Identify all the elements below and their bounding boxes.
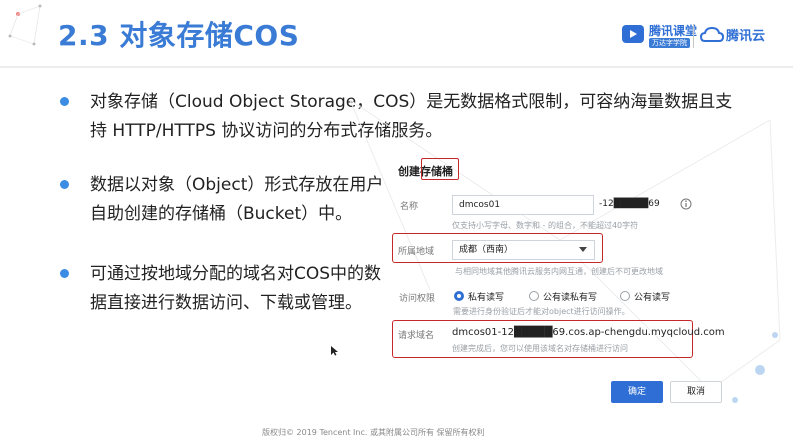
name-label: 名称 [400,202,419,212]
slide-title: 2.3 对象存储COS [58,19,300,52]
copyright-footer: 版权归© 2019 Tencent Inc. 或其附属公司所有 保留所有权利 [262,428,485,437]
cancel-button[interactable]: 取消 [670,381,722,403]
tencent-classroom-logo-text: 腾讯课堂 [649,24,698,38]
bullet-3-line-2: 据直接进行数据访问、下载或管理。 [90,293,362,313]
bullet-2-line-2: 自助创建的存储桶（Bucket）中。 [90,204,353,224]
tencent-classroom-logo-sub: 万达字学院 [649,38,690,48]
bucket-name-input[interactable]: dmcos01 [452,195,594,215]
title-divider [0,66,793,68]
access-radio-private[interactable] [454,291,464,301]
access-hint: 需要进行身份验证后才能对object进行访问操作。 [453,307,630,316]
chevron-down-icon [579,247,587,252]
logo-divider [693,24,694,48]
corner-decoration [8,4,42,46]
create-bucket-dialog [386,152,716,408]
name-hint: 仅支持小写字母、数字和 - 的组合，不能超过40字符 [452,221,639,230]
confirm-button[interactable]: 确定 [611,381,663,403]
bullet-dot [60,97,69,106]
appid-suffix: -12█████69 [599,199,660,209]
access-radio-public-read[interactable] [529,291,539,301]
tencent-classroom-logo-icon [622,25,644,43]
title-highlight-box [421,158,459,180]
access-label: 访问权限 [399,294,436,304]
region-select[interactable]: 成都（西南） [452,240,595,260]
access-option-private[interactable]: 私有读写 [468,290,504,303]
request-domain-value: dmcos01-12█████69.cos.ap-chengdu.myqclou… [452,327,725,338]
region-label: 所属地域 [398,247,435,257]
bullet-dot [60,269,69,278]
access-option-public-read[interactable]: 公有读私有写 [543,290,597,303]
tencent-cloud-logo-text: 腾讯云 [726,29,766,44]
region-hint: 与相同地域其他腾讯云服务内网互通，创建后不可更改地域 [455,267,663,276]
tencent-cloud-logo-icon [700,26,724,42]
domain-hint: 创建完成后，您可以使用该域名对存储桶进行访问 [452,344,628,353]
mouse-cursor-icon [331,346,338,356]
info-icon[interactable] [680,198,692,210]
access-option-public-rw[interactable]: 公有读写 [634,290,670,303]
access-radio-public-rw[interactable] [620,291,630,301]
domain-label: 请求域名 [398,331,435,341]
bullet-dot [60,180,69,189]
dialog-title-prefix: 创建 [398,165,420,178]
